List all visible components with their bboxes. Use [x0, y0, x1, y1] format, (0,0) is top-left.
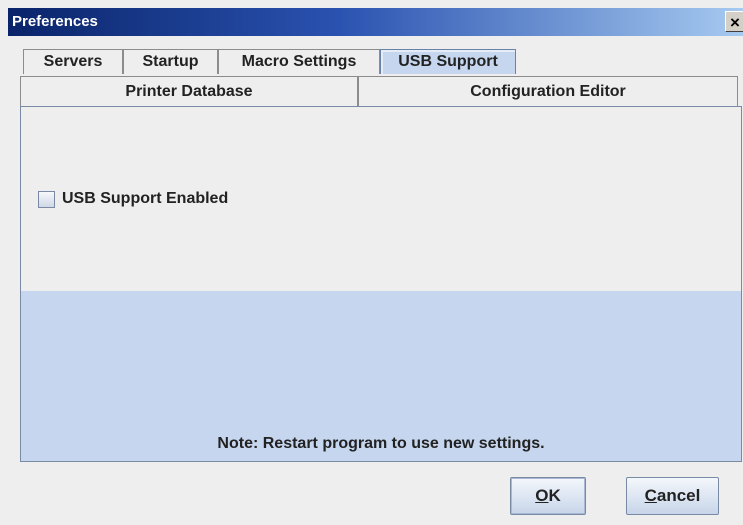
settings-area: USB Support Enabled: [21, 107, 741, 291]
close-icon: ×: [730, 13, 740, 32]
tab-configuration-editor[interactable]: Configuration Editor: [358, 76, 738, 106]
tab-label: Printer Database: [125, 82, 253, 100]
ok-mnemonic: O: [535, 486, 549, 505]
usb-support-panel: USB Support Enabled Note: Restart progra…: [20, 106, 742, 462]
tab-printer-database[interactable]: Printer Database: [20, 76, 358, 106]
tab-startup[interactable]: Startup: [123, 49, 218, 74]
tab-label: Configuration Editor: [470, 82, 626, 100]
tab-macro-settings[interactable]: Macro Settings: [218, 49, 380, 74]
cancel-mnemonic: C: [644, 486, 657, 505]
ok-label: K: [548, 486, 561, 505]
dialog-body: Servers Startup Macro Settings USB Suppo…: [8, 36, 743, 525]
close-button[interactable]: ×: [725, 11, 743, 32]
usb-support-checkbox[interactable]: [38, 191, 55, 208]
cancel-label: ancel: [656, 486, 701, 505]
usb-support-label: USB Support Enabled: [62, 190, 229, 207]
tab-label: Servers: [43, 53, 103, 70]
ok-button[interactable]: OK: [510, 477, 586, 515]
cancel-button[interactable]: Cancel: [626, 477, 719, 515]
tab-usb-support[interactable]: USB Support: [380, 49, 516, 74]
tab-label: USB Support: [398, 53, 498, 70]
restart-note: Note: Restart program to use new setting…: [217, 435, 545, 452]
tab-label: Startup: [142, 53, 199, 70]
title-bar: Preferences ×: [8, 8, 743, 36]
tab-servers[interactable]: Servers: [23, 49, 123, 74]
tab-label: Macro Settings: [241, 53, 357, 70]
window-title: Preferences: [12, 13, 98, 30]
